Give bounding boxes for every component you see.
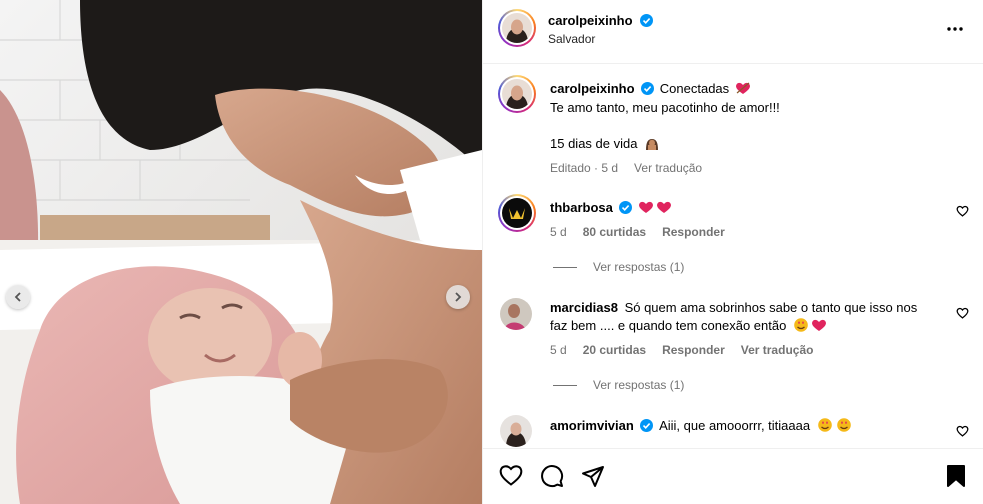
post-action-bar — [483, 448, 983, 504]
caption-edited-age: Editado · 5 d — [550, 161, 619, 175]
verified-badge-icon — [639, 14, 653, 27]
comment-text-line-1: Só quem ama sobrinhos sabe o tanto que i… — [624, 300, 918, 315]
carousel-next-button[interactable] — [446, 285, 470, 309]
more-options-button[interactable] — [946, 20, 964, 43]
photo-illustration — [0, 0, 482, 504]
chevron-left-icon — [14, 292, 21, 302]
comment-translate-link[interactable]: Ver tradução — [741, 343, 814, 357]
author-username[interactable]: carolpeixinho — [548, 13, 633, 28]
heart-arrow-emoji-icon — [735, 82, 750, 94]
comment-likes[interactable]: 80 curtidas — [583, 225, 646, 239]
caption-line-2: 15 dias de vida — [550, 136, 638, 151]
view-replies-label: Ver respostas (1) — [593, 378, 685, 392]
comment-like-heart-icon[interactable] — [956, 425, 969, 437]
view-replies-button[interactable]: Ver respostas (1) — [553, 378, 684, 392]
commenter-avatar[interactable] — [500, 298, 532, 330]
comment-text-line-2: faz bem .... e quando tem conexão então — [550, 318, 787, 333]
comment-likes[interactable]: 20 curtidas — [583, 343, 646, 357]
star-eyes-heart-emoji-icon — [794, 318, 826, 332]
post-location[interactable]: Salvador — [548, 32, 595, 46]
comment-icon[interactable] — [540, 464, 564, 488]
avatar-image — [500, 298, 532, 330]
caption-translate-link[interactable]: Ver tradução — [634, 161, 702, 175]
comment-text: Aiii, que amooorrr, titiaaaa — [659, 418, 811, 433]
comment-age: 5 d — [550, 343, 567, 357]
commenter-avatar[interactable] — [498, 194, 536, 232]
caption-title: Conectadas — [659, 81, 730, 96]
caption-username[interactable]: carolpeixinho — [550, 81, 635, 96]
replies-divider — [553, 266, 577, 268]
bookmark-icon[interactable] — [946, 464, 966, 488]
chevron-right-icon — [455, 292, 462, 302]
comment-reply-link[interactable]: Responder — [662, 225, 725, 239]
comment-like-heart-icon[interactable] — [956, 205, 969, 217]
comment-username[interactable]: marcidias8 — [550, 300, 618, 315]
more-options-icon — [947, 27, 963, 31]
avatar-image — [502, 79, 532, 109]
star-eyes-emoji-icon — [817, 418, 851, 432]
verified-badge-icon — [619, 201, 633, 214]
author-avatar[interactable] — [498, 9, 536, 47]
red-hearts-emoji-icon — [639, 201, 672, 213]
comment-username[interactable]: amorimvivian — [550, 418, 634, 433]
view-replies-label: Ver respostas (1) — [593, 260, 685, 274]
comment-like-heart-icon[interactable] — [956, 307, 969, 319]
post-side-panel: carolpeixinho Salvador carolpeixinho Con… — [482, 0, 983, 504]
post-header: carolpeixinho Salvador — [483, 0, 983, 64]
carousel-prev-button[interactable] — [6, 285, 30, 309]
avatar-image — [502, 13, 532, 43]
verified-badge-icon — [640, 419, 654, 432]
post-photo — [0, 0, 482, 504]
caption-author-avatar[interactable] — [498, 75, 536, 113]
share-icon[interactable] — [581, 464, 605, 488]
verified-badge-icon — [641, 82, 655, 95]
view-replies-button[interactable]: Ver respostas (1) — [553, 260, 684, 274]
comment-reply-link[interactable]: Responder — [662, 343, 725, 357]
commenter-avatar[interactable] — [500, 415, 532, 447]
caption-line-1: Te amo tanto, meu pacotinho de amor!!! — [550, 100, 780, 115]
avatar-image — [500, 415, 532, 447]
comment-age: 5 d — [550, 225, 567, 239]
hug-emoji-icon — [646, 139, 659, 150]
replies-divider — [553, 384, 577, 386]
comments-list[interactable]: carolpeixinho Conectadas Te amo tanto, m… — [483, 64, 983, 448]
heart-icon[interactable] — [499, 464, 523, 486]
comment-username[interactable]: thbarbosa — [550, 200, 613, 215]
avatar-image — [502, 198, 532, 228]
